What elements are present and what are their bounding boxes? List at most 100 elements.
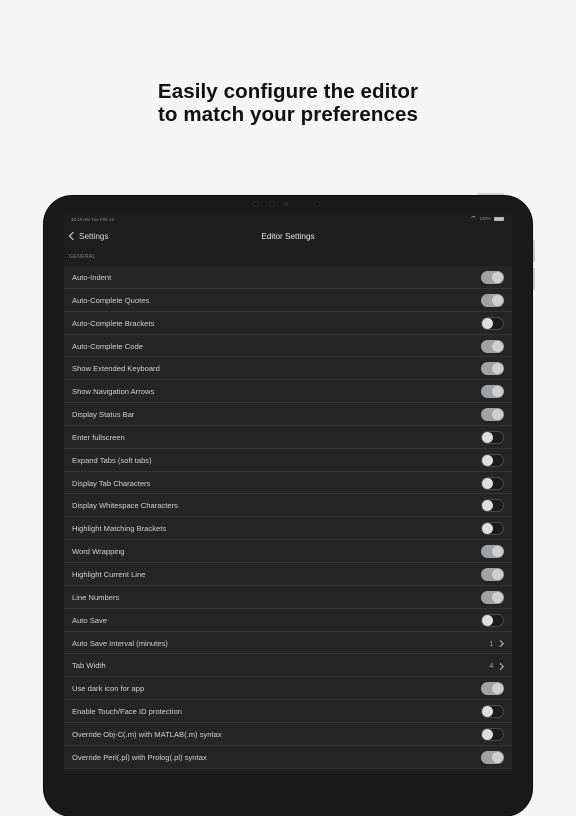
settings-row-label: Tab Width: [72, 661, 106, 671]
settings-row-label: Show Navigation Arrows: [72, 387, 155, 397]
camera-array: [250, 200, 326, 208]
status-time: 10:10 AM Tue Feb 12: [71, 217, 115, 222]
toggle-knob: [492, 546, 503, 558]
toggle-switch[interactable]: [481, 430, 504, 444]
settings-row[interactable]: Enter fullscreen: [64, 425, 512, 449]
toggle-switch[interactable]: [481, 385, 504, 399]
toggle-knob: [482, 523, 493, 535]
settings-row-label: Show Extended Keyboard: [72, 364, 160, 374]
settings-row[interactable]: Auto-Complete Code: [64, 334, 512, 358]
toggle-switch[interactable]: [481, 362, 504, 376]
toggle-switch[interactable]: [481, 476, 504, 490]
toggle-knob: [492, 751, 503, 763]
settings-row-label: Override Perl(.pl) with Prolog(.pl) synt…: [72, 752, 207, 762]
toggle-knob: [482, 454, 493, 466]
status-right: 100%: [471, 216, 504, 221]
page-title: Editor Settings: [261, 232, 315, 241]
toggle-switch[interactable]: [481, 522, 504, 536]
toggle-switch[interactable]: [481, 545, 504, 559]
settings-row[interactable]: Use dark icon for app: [64, 677, 512, 701]
headline-line-1: Easily configure the editor: [157, 80, 419, 103]
settings-row-label: Auto-Complete Brackets: [72, 318, 155, 328]
toggle-knob: [492, 386, 503, 398]
toggle-knob: [492, 363, 503, 375]
settings-row-label: Auto-Complete Quotes: [72, 295, 150, 305]
toggle-knob: [482, 500, 493, 512]
settings-row[interactable]: Override Perl(.pl) with Prolog(.pl) synt…: [64, 745, 512, 769]
settings-row-label: Display Status Bar: [72, 410, 135, 420]
settings-row[interactable]: Auto-Indent: [64, 266, 512, 289]
marketing-headline: Easily configure the editor to match you…: [0, 80, 576, 126]
camera-icon: [284, 202, 288, 206]
settings-row[interactable]: Display Status Bar: [64, 403, 512, 426]
toggle-knob: [492, 591, 503, 603]
toggle-switch[interactable]: [481, 727, 504, 741]
chevron-right-icon: [497, 662, 504, 670]
settings-row-value: 4: [489, 661, 504, 670]
chevron-right-icon: [497, 639, 504, 647]
toggle-knob: [482, 614, 493, 626]
settings-row-label: Auto Save: [72, 615, 108, 625]
headline-line-2: to match your preferences: [158, 103, 418, 126]
settings-row[interactable]: Highlight Current Line: [64, 562, 512, 586]
settings-row-label: Auto-Indent: [72, 273, 112, 282]
toggle-switch[interactable]: [481, 705, 504, 719]
settings-row[interactable]: Highlight Matching Brackets: [64, 517, 512, 541]
toggle-switch[interactable]: [481, 613, 504, 627]
toggle-knob: [492, 683, 503, 695]
settings-row[interactable]: Tab Width 4: [64, 654, 512, 678]
toggle-switch[interactable]: [481, 293, 504, 307]
settings-row[interactable]: Auto-Complete Quotes: [64, 288, 512, 312]
settings-row[interactable]: Line Numbers: [64, 585, 512, 609]
toggle-switch[interactable]: [481, 590, 504, 604]
volume-down-button: [532, 268, 535, 290]
sensor-icon: [253, 201, 259, 207]
app-screen: 10:10 AM Tue Feb 12 100% Settings Editor…: [64, 214, 512, 774]
settings-row[interactable]: Show Extended Keyboard: [64, 357, 512, 381]
toggle-knob: [492, 272, 503, 283]
settings-row[interactable]: Display Whitespace Characters: [64, 494, 512, 518]
toggle-knob: [482, 728, 493, 740]
battery-percent: 100%: [479, 216, 491, 221]
settings-row-value: 1: [489, 639, 504, 648]
toggle-knob: [482, 317, 493, 329]
toggle-switch[interactable]: [481, 453, 504, 467]
toggle-switch[interactable]: [481, 750, 504, 764]
settings-row-label: Word Wrapping: [72, 547, 125, 557]
toggle-switch[interactable]: [481, 316, 504, 330]
toggle-switch[interactable]: [481, 408, 504, 422]
settings-row[interactable]: Auto Save Interval (minutes) 1: [64, 631, 512, 655]
settings-row-label: Use dark icon for app: [72, 684, 145, 694]
volume-up-button: [532, 240, 535, 262]
toggle-switch[interactable]: [481, 271, 504, 284]
settings-row[interactable]: Expand Tabs (soft tabs): [64, 448, 512, 472]
status-bar: 10:10 AM Tue Feb 12 100%: [64, 214, 512, 226]
toggle-switch[interactable]: [481, 339, 504, 353]
settings-row[interactable]: Override Obj-C(.m) with MATLAB(.m) synta…: [64, 722, 512, 746]
settings-row-label: Enter fullscreen: [72, 432, 125, 442]
toggle-switch[interactable]: [481, 567, 504, 581]
toggle-knob: [492, 568, 503, 580]
value-text: 4: [489, 661, 494, 671]
settings-row[interactable]: Auto-Complete Brackets: [64, 311, 512, 335]
settings-row[interactable]: Auto Save: [64, 608, 512, 632]
settings-row-label: Enable Touch/Face ID protection: [72, 707, 183, 717]
settings-row[interactable]: Show Navigation Arrows: [64, 380, 512, 404]
settings-row[interactable]: Enable Touch/Face ID protection: [64, 700, 512, 723]
section-header-general: GENERAL: [69, 254, 96, 260]
toggle-knob: [492, 409, 503, 421]
settings-row-label: Display Tab Characters: [72, 478, 151, 488]
toggle-knob: [482, 477, 493, 489]
settings-row-label: Expand Tabs (soft tabs): [72, 455, 152, 465]
toggle-knob: [482, 706, 493, 718]
toggle-knob: [492, 340, 503, 352]
toggle-switch[interactable]: [481, 682, 504, 696]
settings-row-label: Highlight Matching Brackets: [72, 524, 167, 534]
sensor-icon: [314, 201, 320, 207]
value-text: 1: [489, 638, 494, 648]
settings-row-label: Display Whitespace Characters: [72, 501, 178, 511]
toggle-switch[interactable]: [481, 499, 504, 513]
settings-row[interactable]: Word Wrapping: [64, 540, 512, 563]
settings-row-label: Auto-Complete Code: [72, 341, 143, 351]
settings-row[interactable]: Display Tab Characters: [64, 471, 512, 495]
